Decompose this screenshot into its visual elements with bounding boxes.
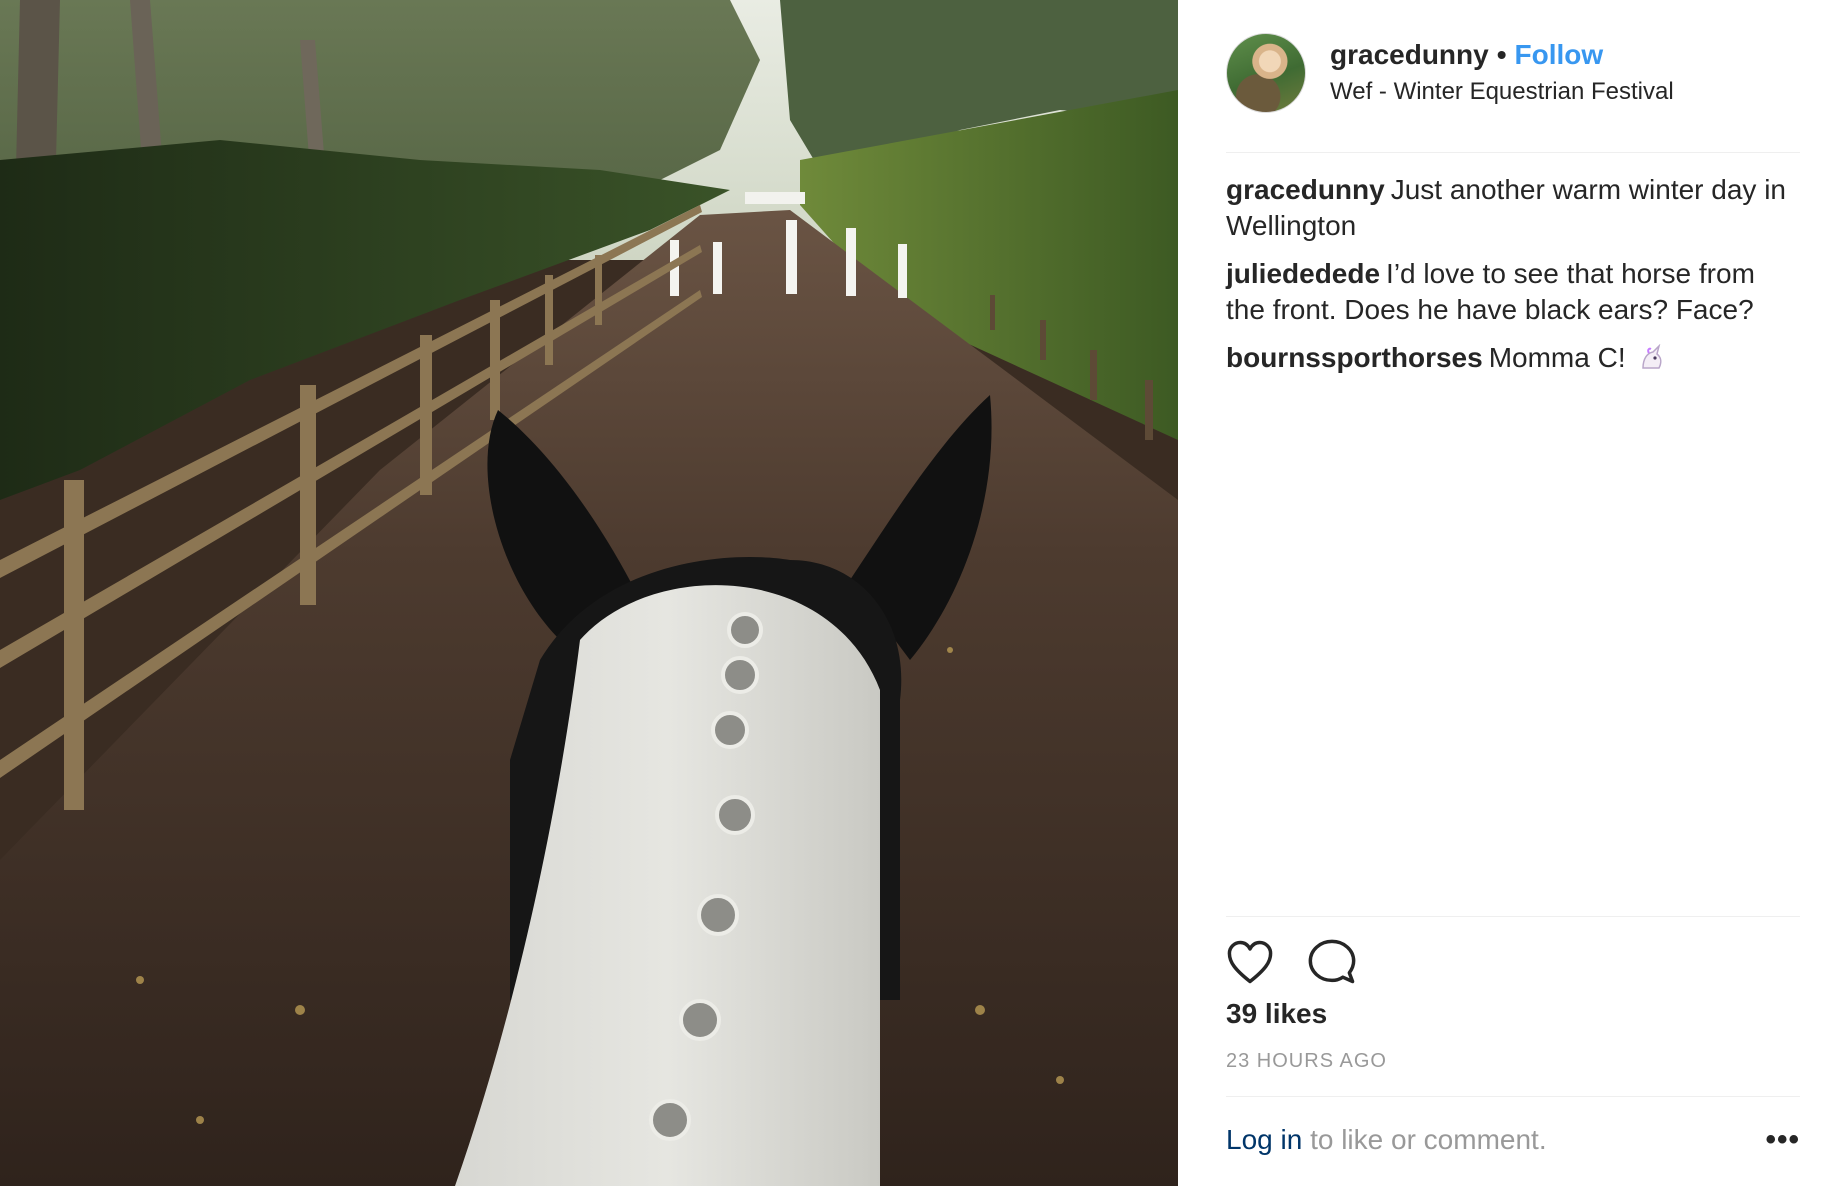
like-button[interactable]: [1224, 936, 1276, 988]
heart-icon: [1227, 940, 1273, 984]
follow-button[interactable]: Follow: [1515, 38, 1604, 72]
post-header: gracedunny • Follow Wef - Winter Equestr…: [1226, 32, 1792, 114]
header-divider: [1226, 152, 1800, 153]
avatar[interactable]: [1226, 33, 1306, 113]
comment-author[interactable]: bournssporthorses: [1226, 342, 1483, 373]
post-photo[interactable]: [0, 0, 1178, 1186]
footer-divider: [1226, 1096, 1800, 1097]
post-timestamp[interactable]: 23 HOURS AGO: [1226, 1050, 1387, 1073]
actions-divider: [1226, 916, 1800, 917]
more-options-button[interactable]: •••: [1765, 1125, 1800, 1155]
photo-illustration: [0, 0, 1178, 1186]
comment-item: juliededede I’d love to see that horse fr…: [1226, 256, 1796, 328]
comments-list: gracedunny Just another warm winter day i…: [1226, 172, 1796, 393]
username-link[interactable]: gracedunny: [1330, 38, 1489, 72]
comment-item: gracedunny Just another warm winter day i…: [1226, 172, 1796, 244]
action-bar: [1224, 936, 1388, 988]
comment-author[interactable]: juliededede: [1226, 258, 1380, 289]
comment-item: bournssporthorses Momma C!: [1226, 340, 1796, 381]
header-line: gracedunny • Follow: [1330, 38, 1674, 72]
post-side-panel: gracedunny • Follow Wef - Winter Equestr…: [1178, 0, 1840, 1186]
separator-dot: •: [1496, 39, 1507, 70]
comment-author[interactable]: gracedunny: [1226, 174, 1385, 205]
login-prompt: Log in to like or comment. •••: [1226, 1124, 1800, 1156]
instagram-post: gracedunny • Follow Wef - Winter Equestr…: [0, 0, 1840, 1186]
unicorn-icon: [1637, 343, 1665, 381]
header-text: gracedunny • Follow Wef - Winter Equestr…: [1330, 38, 1674, 108]
comment-text: Momma C!: [1488, 342, 1626, 373]
comment-button[interactable]: [1306, 936, 1358, 988]
location-link[interactable]: Wef - Winter Equestrian Festival: [1330, 76, 1674, 108]
login-prompt-text: Log in to like or comment.: [1226, 1124, 1547, 1156]
likes-count[interactable]: 39 likes: [1226, 998, 1327, 1030]
login-prompt-rest: to like or comment.: [1310, 1124, 1547, 1155]
comment-icon: [1308, 939, 1356, 984]
login-link[interactable]: Log in: [1226, 1124, 1302, 1155]
